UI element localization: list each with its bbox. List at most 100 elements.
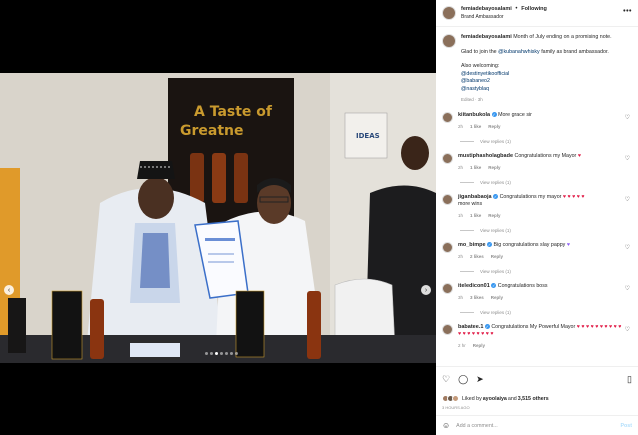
- comment-username[interactable]: iteledicon01: [458, 283, 490, 289]
- commenter-avatar[interactable]: [442, 111, 453, 123]
- comment-likes[interactable]: 3 likes: [470, 294, 484, 301]
- author-subtitle: Brand Ambassador: [461, 14, 504, 20]
- ideas-sign-text: IDEAS: [356, 132, 380, 140]
- following-button[interactable]: Following: [521, 6, 547, 12]
- verified-badge-icon: ✓: [487, 241, 492, 247]
- carousel-dot: [220, 352, 223, 355]
- caption-meta: Edited · 3h: [461, 97, 483, 102]
- post-photo: A Taste of Greatne IDEAS ‹ ›: [0, 73, 436, 363]
- heart-emoji: ♥: [566, 241, 570, 248]
- author-avatar[interactable]: [442, 6, 456, 20]
- comment-time: 2 hr: [458, 342, 466, 348]
- comment-text: Congratulations My Powerful Mayor: [491, 323, 576, 330]
- caption-avatar[interactable]: [442, 34, 456, 48]
- post-comment-button[interactable]: Post: [621, 423, 632, 429]
- comment-likes[interactable]: 1 like: [470, 164, 481, 171]
- caption-line-2-pre: Glad to join the: [461, 48, 499, 55]
- reply-button[interactable]: Reply: [473, 342, 485, 349]
- comments-scroll-area[interactable]: femiadebayosalami Month of July ending o…: [436, 28, 638, 364]
- comment-item: mo_bimpe ✓ Big congratulations slay papp…: [436, 241, 638, 260]
- save-bookmark-icon[interactable]: ▯: [627, 374, 632, 385]
- caption-mention[interactable]: @babaneo2: [461, 78, 631, 86]
- carousel-dot-active: [215, 352, 218, 355]
- emoji-icon[interactable]: ☺: [442, 421, 450, 430]
- like-comment-heart-icon[interactable]: ♡: [625, 114, 630, 121]
- like-comment-heart-icon[interactable]: ♡: [625, 155, 630, 162]
- comment-text: More grace sir: [498, 111, 532, 118]
- liked-by-mid: and: [507, 395, 517, 402]
- comment-item: kiitanbukola ✓ More grace sir 2h 1 like …: [436, 111, 638, 130]
- comment-likes[interactable]: 2 likes: [470, 253, 484, 260]
- chevron-right-icon: ›: [424, 286, 428, 294]
- post-caption: femiadebayosalami Month of July ending o…: [436, 28, 638, 104]
- reply-button[interactable]: Reply: [488, 212, 500, 219]
- photo-scene: A Taste of Greatne IDEAS: [0, 73, 436, 363]
- like-comment-heart-icon[interactable]: ♡: [625, 285, 630, 292]
- comment-text: Big congratulations slay pappy: [493, 241, 566, 248]
- like-comment-heart-icon[interactable]: ♡: [625, 196, 630, 203]
- view-replies-button[interactable]: View replies (1): [460, 180, 638, 185]
- comment-username[interactable]: mo_bimpe: [458, 242, 486, 248]
- carousel-dot: [205, 352, 208, 355]
- comment-time: 1h: [458, 212, 464, 218]
- add-comment-input[interactable]: [456, 422, 607, 429]
- caption-mention[interactable]: @destinyetikoofficial: [461, 71, 631, 79]
- post-time-ago: 3 hours ago: [442, 405, 470, 410]
- liked-by-others[interactable]: 3,515 others: [518, 396, 549, 402]
- commenter-avatar[interactable]: [442, 193, 453, 205]
- like-heart-icon[interactable]: ♡: [442, 374, 450, 385]
- heart-emoji: ♥ ♥ ♥ ♥ ♥: [562, 193, 585, 200]
- more-options-icon[interactable]: •••: [623, 8, 632, 15]
- caption-mention-brand[interactable]: @kubanahwhisky: [498, 49, 540, 55]
- caption-mention[interactable]: @nastyblaq: [461, 86, 631, 94]
- comment-time: 2h: [458, 164, 464, 170]
- reply-button[interactable]: Reply: [491, 253, 503, 260]
- commenter-avatar[interactable]: [442, 282, 453, 294]
- comment-time: 2h: [458, 123, 464, 129]
- add-comment-bar: ☺ Post: [436, 415, 638, 435]
- carousel-indicator: [205, 352, 238, 355]
- like-comment-heart-icon[interactable]: ♡: [625, 244, 630, 251]
- view-replies-button[interactable]: View replies (1): [460, 310, 638, 315]
- caption-line-3: Also welcoming:: [461, 63, 500, 69]
- post-actions: ♡ ◯ ➤ ▯ Liked by ayoolaiya and 3,515 oth…: [436, 366, 638, 410]
- verified-badge-icon: ✓: [484, 323, 490, 329]
- comment-username[interactable]: kiitanbukola: [458, 112, 490, 118]
- header-separator: •: [515, 6, 518, 12]
- commenter-avatar[interactable]: [442, 241, 453, 253]
- view-replies-button[interactable]: View replies (1): [460, 139, 638, 144]
- comment-item: jiganbabaoja ✓ Congratulations my mayor …: [436, 193, 638, 219]
- previous-photo-button[interactable]: ‹: [4, 285, 14, 295]
- liked-by-summary: Liked by ayoolaiya and 3,515 others: [442, 395, 632, 402]
- comment-likes[interactable]: 1 like: [470, 123, 481, 130]
- post-header: femiadebayosalami • Following Brand Amba…: [436, 0, 638, 27]
- comment-text-continued: more wins: [458, 200, 483, 207]
- verified-badge-icon: ✓: [491, 282, 497, 288]
- caption-username[interactable]: femiadebayosalami: [461, 34, 512, 40]
- next-photo-button[interactable]: ›: [421, 285, 431, 295]
- carousel-dot: [235, 352, 238, 355]
- like-comment-heart-icon[interactable]: ♡: [625, 326, 630, 333]
- commenter-avatar[interactable]: [442, 323, 453, 335]
- reply-button[interactable]: Reply: [488, 164, 500, 171]
- comment-likes[interactable]: 1 like: [470, 212, 481, 219]
- comment-username[interactable]: mustiphasholagbade: [458, 153, 513, 159]
- comment-username[interactable]: babatee.1: [458, 324, 483, 330]
- comment-bubble-icon[interactable]: ◯: [458, 374, 468, 385]
- verified-badge-icon: ✓: [493, 193, 499, 199]
- share-send-icon[interactable]: ➤: [476, 374, 484, 385]
- author-username[interactable]: femiadebayosalami: [461, 6, 512, 12]
- chevron-left-icon: ‹: [7, 286, 11, 294]
- view-replies-button[interactable]: View replies (1): [460, 228, 638, 233]
- caption-line-2-post: family as brand ambassador.: [539, 48, 609, 55]
- verified-badge-icon: ✓: [491, 111, 497, 117]
- liked-by-user[interactable]: ayoolaiya: [483, 396, 507, 402]
- commenter-avatar[interactable]: [442, 152, 453, 164]
- caption-line-1: Month of July ending on a promising note…: [513, 34, 612, 40]
- reply-button[interactable]: Reply: [491, 294, 503, 301]
- comment-username[interactable]: jiganbabaoja: [458, 194, 492, 200]
- comment-text: Congratulations my mayor: [499, 193, 562, 200]
- view-replies-button[interactable]: View replies (1): [460, 269, 638, 274]
- comment-item: mustiphasholagbade Congratulations my Ma…: [436, 152, 638, 171]
- reply-button[interactable]: Reply: [488, 123, 500, 130]
